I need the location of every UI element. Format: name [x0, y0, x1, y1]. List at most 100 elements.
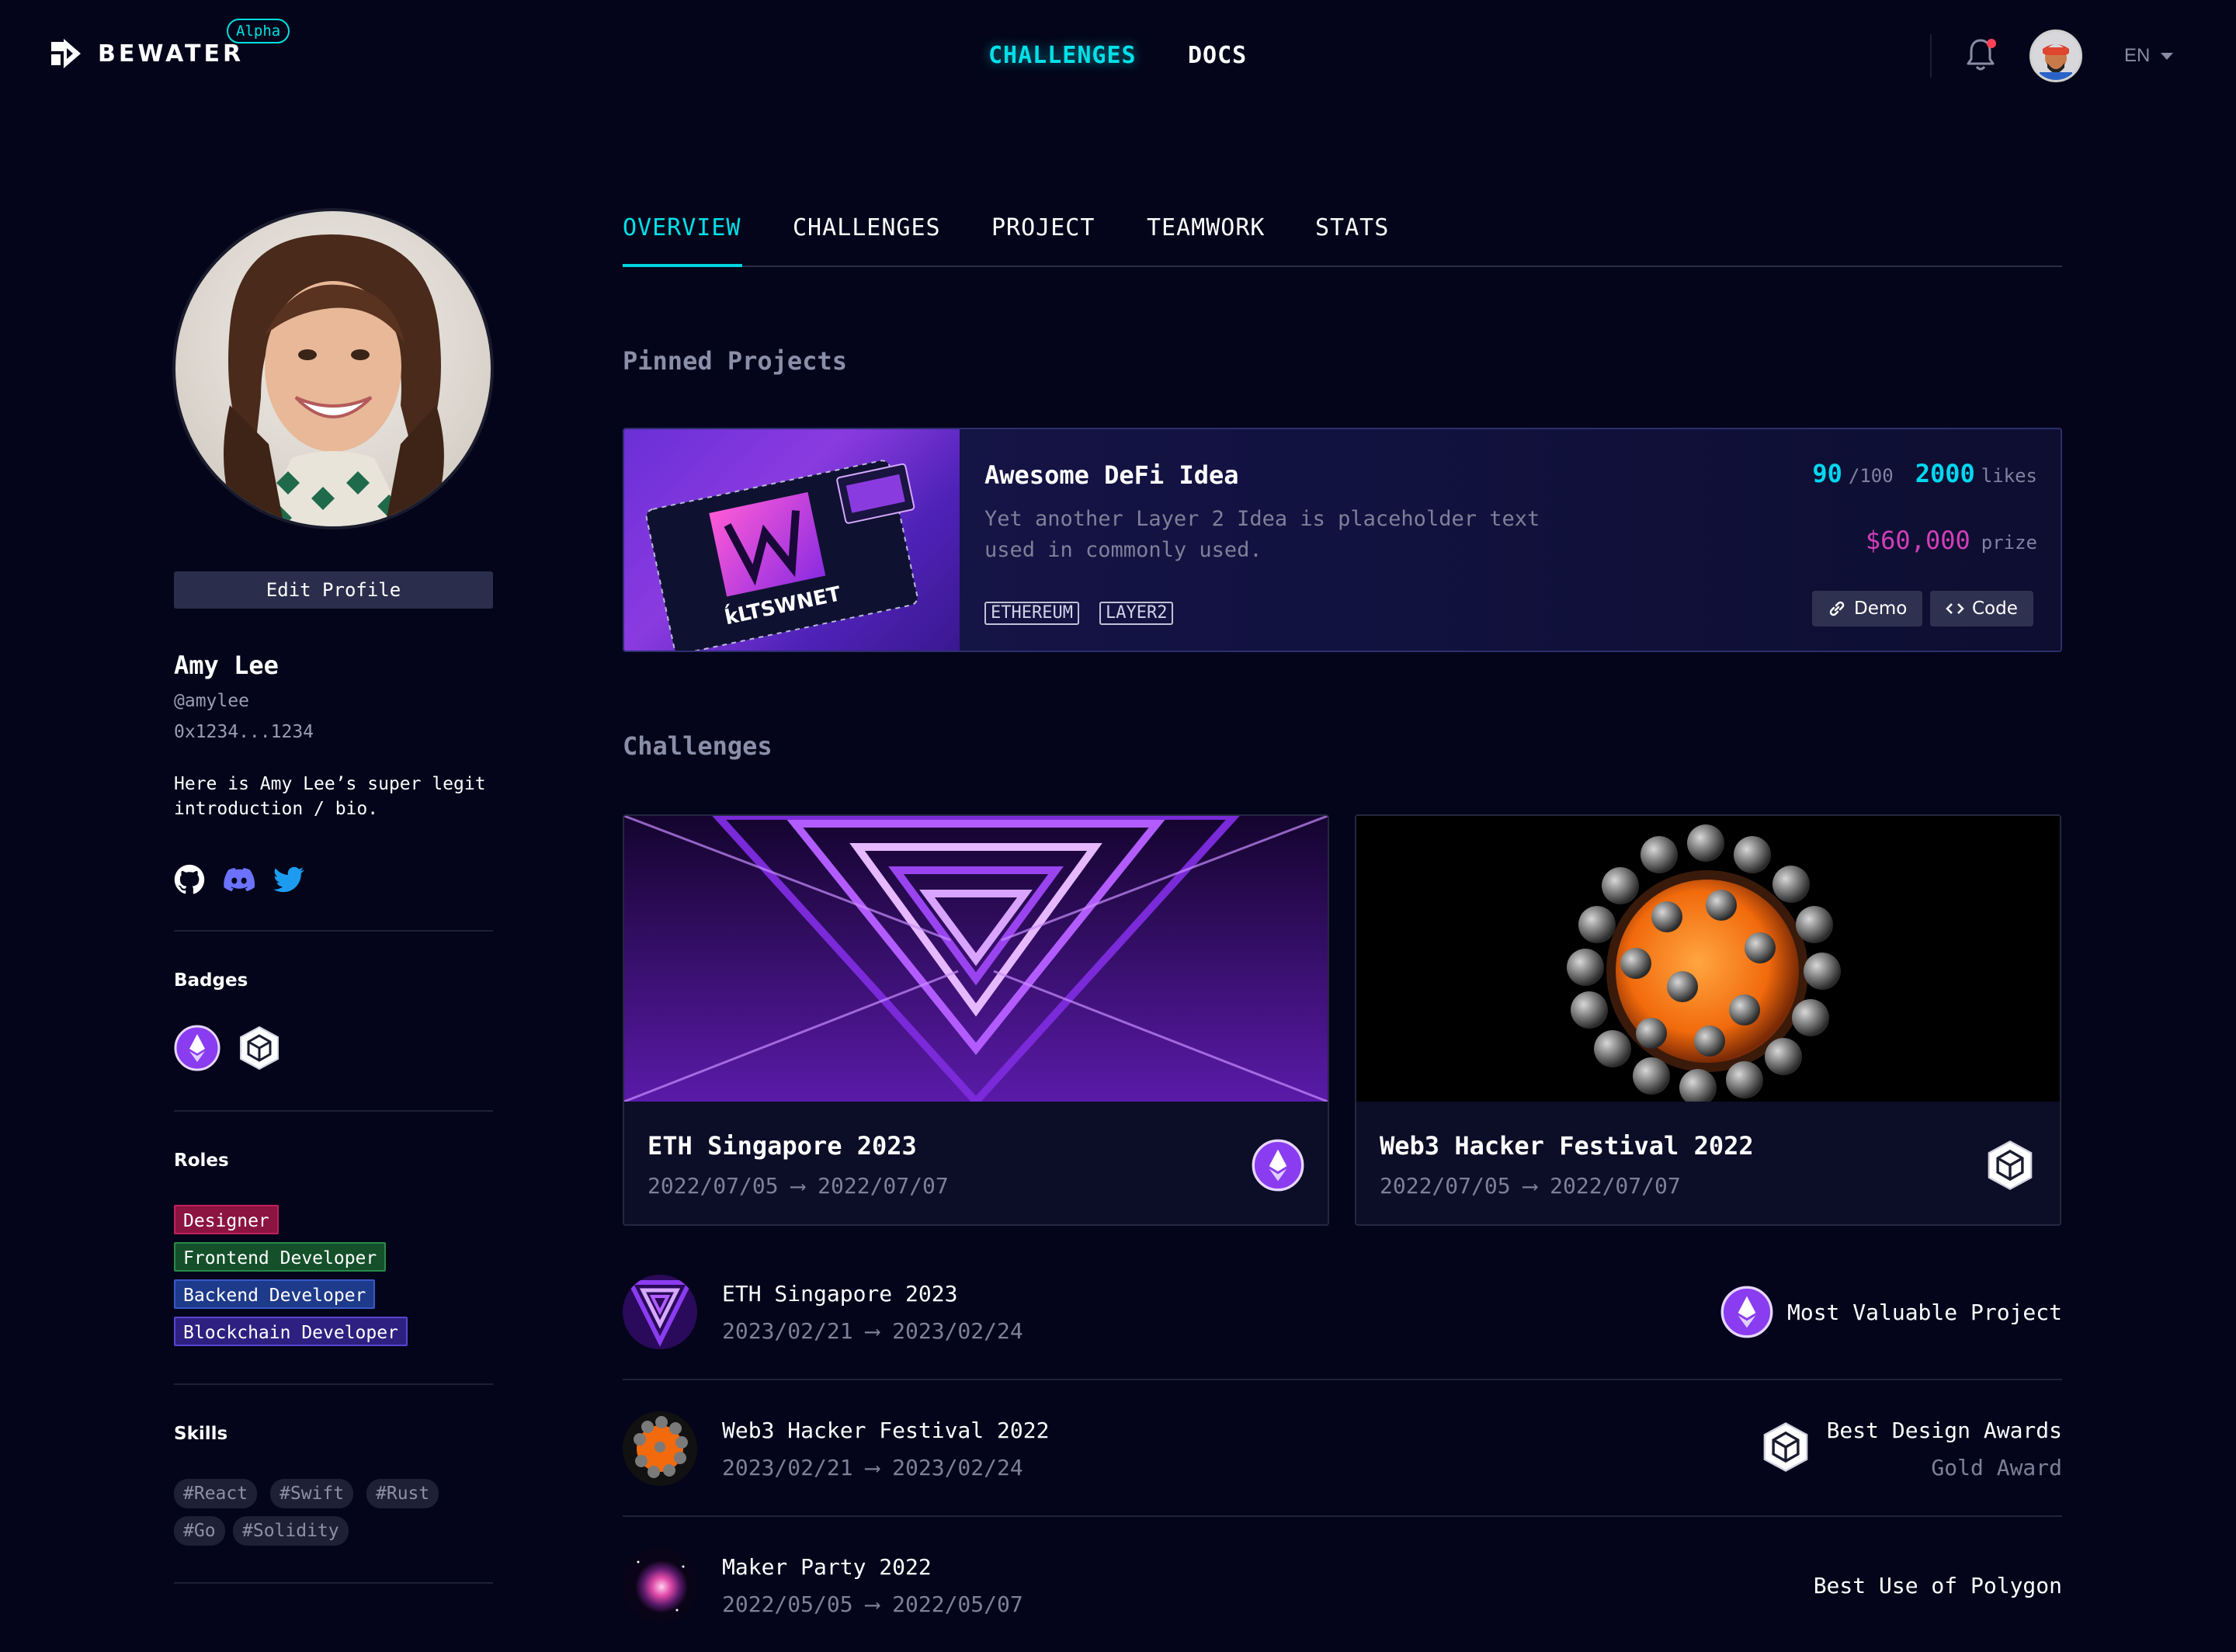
language-selector[interactable]: EN [2124, 45, 2174, 67]
skill-tag: #Go [174, 1516, 225, 1546]
award-title: Best Use of Polygon [1813, 1573, 2062, 1598]
project-thumbnail-art: ḱLTSWNET [645, 460, 918, 651]
twitter-icon[interactable] [273, 864, 304, 895]
active-tab-indicator [623, 264, 742, 267]
ethereum-badge-icon [1720, 1286, 1773, 1338]
sphere-thumb-art [623, 1411, 697, 1486]
tabs-divider [623, 266, 2062, 267]
project-description: Yet another Layer 2 Idea is placeholder … [984, 507, 1540, 562]
edit-profile-button[interactable]: Edit Profile [174, 571, 493, 609]
nav-challenges[interactable]: CHALLENGES [988, 42, 1137, 69]
github-icon[interactable] [174, 864, 205, 895]
brand-logo[interactable]: BEWATER [48, 36, 244, 71]
user-handle: @amylee [174, 691, 249, 711]
discord-icon[interactable] [224, 864, 255, 895]
challenge-thumbnail [623, 1548, 697, 1622]
challenge-card-image [1356, 816, 2060, 1106]
project-tag: ETHEREUM [984, 602, 1079, 625]
challenges-heading: Challenges [623, 731, 773, 761]
tab-project[interactable]: PROJECT [991, 214, 1095, 241]
challenge-list-title[interactable]: ETH Singapore 2023 [722, 1281, 957, 1307]
project-thumbnail: ḱLTSWNET [624, 429, 960, 651]
nav-divider [1930, 34, 1932, 78]
code-button[interactable]: Code [1930, 591, 2033, 626]
tab-overview[interactable]: OVERVIEW [623, 214, 741, 241]
project-stats: 90/100 2000 likes [1812, 459, 2037, 488]
tab-stats[interactable]: STATS [1315, 214, 1389, 241]
sidebar-divider [174, 930, 493, 932]
challenge-card-dates: 2022/07/05 ⟶ 2022/07/07 [1380, 1173, 1681, 1199]
list-divider [623, 1515, 2062, 1517]
prize-label: prize [1981, 532, 2037, 554]
tab-challenges[interactable]: CHALLENGES [793, 214, 941, 241]
challenge-card-title: ETH Singapore 2023 [648, 1131, 917, 1161]
ethereum-badge-icon[interactable] [174, 1025, 220, 1071]
pinned-projects-heading: Pinned Projects [623, 346, 847, 376]
pinned-project-card[interactable]: ḱLTSWNET Awesome DeFi Idea Yet another L… [623, 428, 2062, 652]
chevron-down-icon [2161, 52, 2174, 60]
challenge-thumbnail [623, 1411, 697, 1486]
user-name: Amy Lee [174, 651, 279, 680]
code-label: Code [1972, 599, 2018, 619]
user-avatar[interactable] [2029, 30, 2082, 82]
avatar-illustration [2032, 32, 2080, 80]
challenge-list-title[interactable]: Web3 Hacker Festival 2022 [722, 1418, 1049, 1443]
tab-teamwork[interactable]: TEAMWORK [1147, 214, 1266, 241]
award-title: Most Valuable Project [1786, 1300, 2062, 1325]
sidebar-divider [174, 1582, 493, 1584]
list-divider [623, 1379, 2062, 1380]
prize-amount: $60,000 [1865, 526, 1970, 555]
challenge-card[interactable]: ETH Singapore 2023 2022/07/05 ⟶ 2022/07/… [623, 814, 1329, 1226]
skill-tag: #Swift [270, 1479, 354, 1508]
award-title: Best Design Awards [1826, 1418, 2062, 1443]
tunnel-art [624, 816, 1328, 1108]
language-label: EN [2124, 45, 2151, 66]
sphere-art [1356, 816, 2060, 1106]
challenge-card-title: Web3 Hacker Festival 2022 [1380, 1131, 1754, 1161]
challenge-card[interactable]: Web3 Hacker Festival 2022 2022/07/05 ⟶ 2… [1355, 814, 2061, 1226]
project-prize: $60,000 prize [1866, 526, 2037, 555]
challenge-list-dates: 2023/02/21 ⟶ 2023/02/24 [722, 1455, 1023, 1480]
project-likes: 2000 [1915, 459, 1975, 488]
award-subtitle: Gold Award [1931, 1455, 2062, 1480]
badges-label: Badges [174, 970, 248, 991]
sidebar-divider [174, 1383, 493, 1385]
nav-docs[interactable]: DOCS [1188, 42, 1247, 69]
brand-name: BEWATER [98, 40, 245, 68]
demo-button[interactable]: Demo [1812, 591, 1923, 626]
skill-tag: #Rust [366, 1479, 439, 1508]
profile-photo-illustration [175, 211, 491, 526]
role-tag-blockchain: Blockchain Developer [174, 1317, 408, 1346]
skills-label: Skills [174, 1424, 228, 1444]
challenge-list-dates: 2023/02/21 ⟶ 2023/02/24 [722, 1318, 1023, 1344]
project-score: 90 [1812, 459, 1842, 488]
challenge-list-dates: 2022/05/05 ⟶ 2022/05/07 [722, 1591, 1023, 1617]
roles-label: Roles [174, 1150, 229, 1171]
challenge-card-dates: 2022/07/05 ⟶ 2022/07/07 [648, 1173, 949, 1199]
challenge-card-image [624, 816, 1328, 1108]
skill-tag: #React [174, 1479, 258, 1508]
project-title[interactable]: Awesome DeFi Idea [984, 460, 1239, 490]
alpha-badge: Alpha [227, 19, 290, 43]
likes-label: likes [1981, 465, 2037, 487]
sidebar-divider [174, 1110, 493, 1112]
nebula-thumb-art [623, 1548, 697, 1622]
ethereum-badge-icon [1252, 1139, 1304, 1192]
wallet-address: 0x1234...1234 [174, 722, 314, 742]
challenge-thumbnail [623, 1275, 697, 1349]
link-icon [1829, 601, 1845, 616]
challenge-list-title[interactable]: Maker Party 2022 [722, 1554, 932, 1580]
cube-badge-icon[interactable] [236, 1025, 283, 1071]
project-score-total: /100 [1848, 465, 1894, 487]
tunnel-thumb-art [623, 1275, 697, 1349]
cube-badge-icon [1763, 1422, 1808, 1472]
demo-label: Demo [1854, 599, 1908, 619]
role-tag-frontend: Frontend Developer [174, 1242, 387, 1272]
profile-photo [172, 208, 494, 529]
project-tag: LAYER2 [1099, 602, 1174, 625]
user-bio: Here is Amy Lee’s super legit introducti… [174, 774, 486, 819]
notification-dot [1987, 39, 1996, 48]
role-tag-designer: Designer [174, 1205, 279, 1234]
skill-tag: #Solidity [233, 1516, 349, 1546]
role-tag-backend: Backend Developer [174, 1279, 376, 1309]
